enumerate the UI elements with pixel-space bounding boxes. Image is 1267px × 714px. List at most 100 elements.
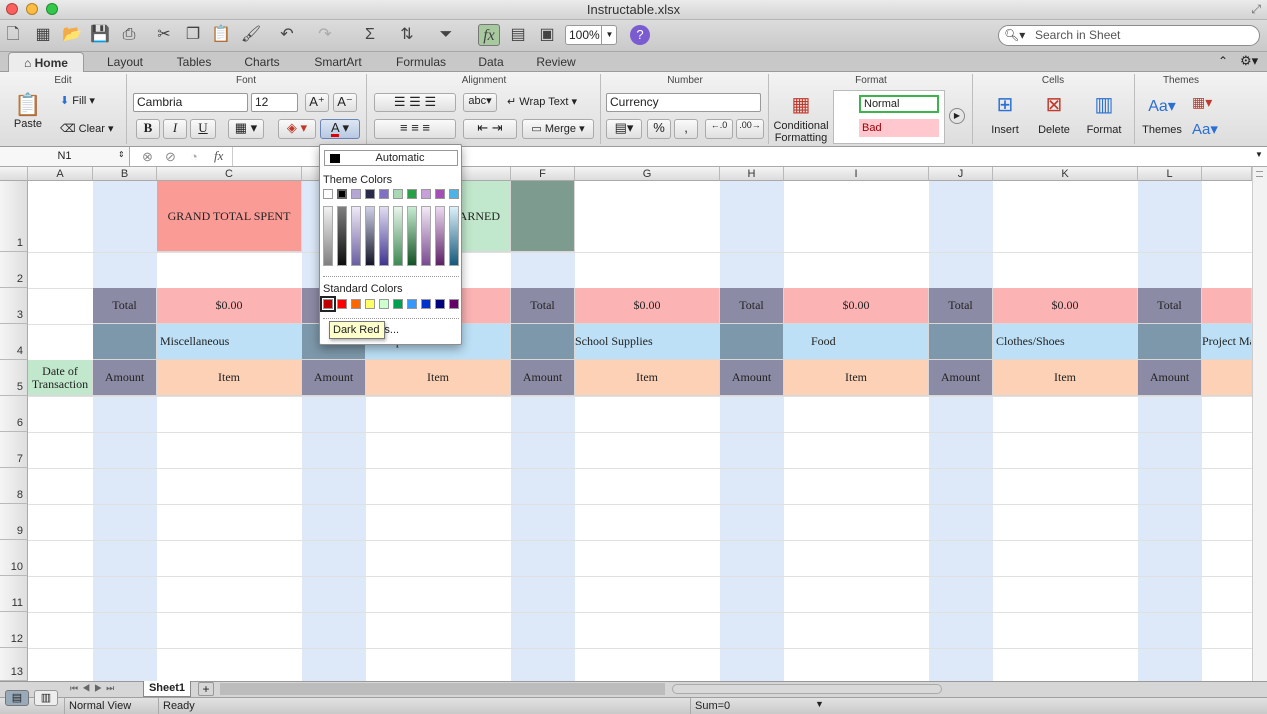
column-header-g[interactable]: G: [575, 167, 720, 181]
theme-shade-column[interactable]: [351, 206, 361, 266]
borders-icon[interactable]: ▦ ▾: [228, 119, 264, 139]
cell-k4[interactable]: Clothes/Shoes: [993, 324, 1138, 360]
wrap-text-button[interactable]: ↵ Wrap Text ▾: [507, 95, 577, 108]
cell-l5[interactable]: Amount: [1138, 360, 1202, 396]
style-normal[interactable]: Normal: [859, 95, 939, 113]
cell-c1[interactable]: GRAND TOTAL SPENT: [157, 181, 302, 252]
formula-builder-icon[interactable]: fx: [478, 24, 500, 46]
cell-j5[interactable]: Amount: [929, 360, 993, 396]
green-swatch[interactable]: [393, 299, 403, 309]
delete-cells-button[interactable]: ⊠ Delete: [1031, 92, 1077, 136]
column-header-i[interactable]: I: [784, 167, 929, 181]
cell-m3[interactable]: [1202, 288, 1252, 324]
number-format-select[interactable]: Currency: [606, 93, 761, 112]
row-header-13[interactable]: 13: [0, 648, 28, 681]
normal-view-icon[interactable]: ▤: [5, 690, 29, 706]
row-header-8[interactable]: 8: [0, 468, 28, 504]
cut-icon[interactable]: ✂: [153, 24, 175, 46]
confirm-entry-icon[interactable]: ⊘: [165, 149, 176, 165]
theme-swatch[interactable]: [379, 189, 389, 199]
cell-b5[interactable]: Amount: [93, 360, 157, 396]
cell-f1[interactable]: [511, 181, 575, 252]
column-header-j[interactable]: J: [929, 167, 993, 181]
underline-button[interactable]: U: [190, 119, 216, 139]
theme-swatch[interactable]: [365, 189, 375, 199]
paste-button[interactable]: 📋 Paste: [8, 92, 48, 140]
theme-swatch[interactable]: [337, 189, 347, 199]
autosum-icon[interactable]: Σ: [359, 24, 381, 46]
help-icon[interactable]: ?: [630, 25, 650, 45]
dark-red-swatch[interactable]: [320, 296, 336, 312]
template-gallery-icon[interactable]: ▦: [32, 24, 54, 46]
red-swatch[interactable]: [337, 299, 347, 309]
light-blue-swatch[interactable]: [407, 299, 417, 309]
toolbox-icon[interactable]: ▣: [536, 24, 558, 46]
cell-j4[interactable]: [929, 324, 993, 360]
new-workbook-icon[interactable]: 🗋: [2, 24, 24, 46]
column-header-b[interactable]: B: [93, 167, 157, 181]
tab-tables[interactable]: Tables: [164, 52, 224, 72]
styles-next-icon[interactable]: ▶: [949, 108, 965, 124]
fill-color-icon[interactable]: ◈ ▾: [278, 119, 316, 139]
column-header-a[interactable]: A: [28, 167, 93, 181]
formula-expand-icon[interactable]: ▼: [1255, 150, 1263, 159]
row-header-7[interactable]: 7: [0, 432, 28, 468]
accounting-format-icon[interactable]: ▤▾: [606, 119, 642, 139]
horizontal-scroll-thumb[interactable]: [672, 684, 942, 694]
worksheet-grid[interactable]: A B C D E F G H I J K L 1 2 3 4 5 6 7 8 …: [0, 167, 1252, 681]
paste-icon[interactable]: 📋: [210, 24, 232, 46]
row-header-3[interactable]: 3: [0, 288, 28, 324]
theme-colors-icon[interactable]: ▦▾: [1192, 94, 1212, 111]
font-name-select[interactable]: Cambria: [133, 93, 248, 112]
search-input[interactable]: Search in Sheet: [998, 25, 1260, 46]
split-handle-icon[interactable]: [1256, 171, 1263, 177]
gallery-icon[interactable]: ▤: [507, 24, 529, 46]
add-sheet-icon[interactable]: +: [198, 682, 214, 696]
themes-button[interactable]: Aa▾ Themes: [1139, 92, 1185, 136]
theme-shade-column[interactable]: [323, 206, 333, 266]
theme-swatch[interactable]: [323, 189, 333, 199]
column-header-f[interactable]: F: [511, 167, 575, 181]
row-header-4[interactable]: 4: [0, 324, 28, 360]
cell-k5[interactable]: Item: [993, 360, 1138, 396]
cell-g5[interactable]: Item: [575, 360, 720, 396]
cell-l4[interactable]: [1138, 324, 1202, 360]
style-bad[interactable]: Bad: [859, 119, 939, 137]
column-header-k[interactable]: K: [993, 167, 1138, 181]
cell-i5[interactable]: Item: [784, 360, 929, 396]
insert-cells-button[interactable]: ⊞ Insert: [983, 92, 1027, 136]
tab-home[interactable]: ⌂ Home: [8, 52, 84, 72]
cell-b3[interactable]: Total: [93, 288, 157, 324]
clear-button[interactable]: ⌫ Clear ▾: [60, 122, 114, 135]
insert-function-button[interactable]: fx: [214, 148, 223, 164]
indent-icon[interactable]: ⇤ ⇥: [463, 119, 517, 139]
tab-smartart[interactable]: SmartArt: [302, 52, 374, 72]
row-header-5[interactable]: 5: [0, 360, 28, 396]
cell-g3[interactable]: $0.00: [575, 288, 720, 324]
cell-m5[interactable]: [1202, 360, 1252, 396]
column-header-c[interactable]: C: [157, 167, 302, 181]
italic-button[interactable]: I: [163, 119, 187, 139]
tab-formulas[interactable]: Formulas: [383, 52, 459, 72]
dark-blue-swatch[interactable]: [435, 299, 445, 309]
zoom-dropdown-icon[interactable]: ▼: [601, 25, 617, 45]
orange-swatch[interactable]: [351, 299, 361, 309]
sort-icon[interactable]: ⇅: [396, 24, 418, 46]
cell-i4[interactable]: Food: [784, 324, 929, 360]
cell-d5[interactable]: Amount: [302, 360, 366, 396]
automatic-color-option[interactable]: Automatic: [324, 150, 458, 166]
page-layout-view-icon[interactable]: ▥: [34, 690, 58, 706]
horizontal-align-icon[interactable]: ≡ ≡ ≡: [374, 119, 456, 139]
blue-swatch[interactable]: [421, 299, 431, 309]
cell-i3[interactable]: $0.00: [784, 288, 929, 324]
increase-decimal-icon[interactable]: ←.0: [705, 119, 733, 139]
theme-shade-column[interactable]: [337, 206, 347, 266]
sheet-nav-arrows-icon[interactable]: ⏮◀▶⏭: [70, 683, 118, 694]
save-icon[interactable]: 💾: [89, 24, 111, 46]
cell-h5[interactable]: Amount: [720, 360, 784, 396]
decrease-font-icon[interactable]: A⁻: [333, 93, 357, 112]
theme-swatch[interactable]: [435, 189, 445, 199]
cell-m4[interactable]: Project Ma: [1202, 324, 1252, 360]
cell-j3[interactable]: Total: [929, 288, 993, 324]
font-size-select[interactable]: 12: [251, 93, 298, 112]
